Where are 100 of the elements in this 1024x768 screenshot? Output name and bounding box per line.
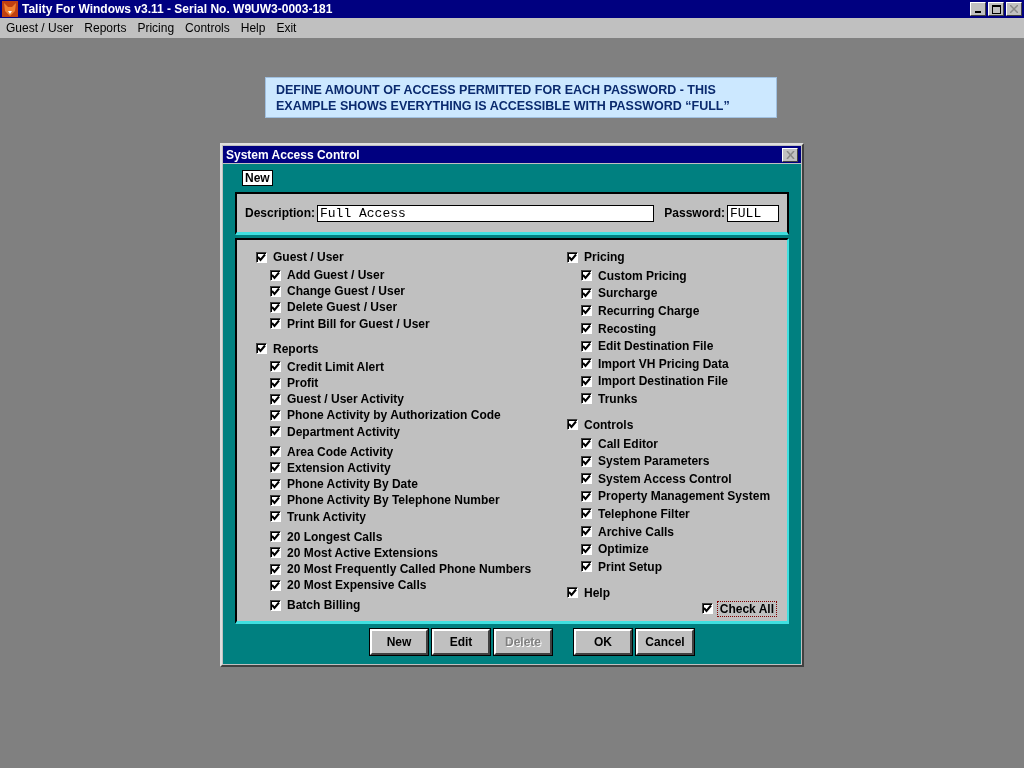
checkbox-label[interactable]: Surcharge — [598, 286, 658, 301]
checkbox-label[interactable]: Call Editor — [598, 436, 658, 451]
checkbox[interactable] — [581, 526, 592, 537]
checkbox-label[interactable]: Extension Activity — [287, 460, 391, 475]
checkbox[interactable] — [270, 269, 281, 281]
checkbox-label[interactable]: Import VH Pricing Data — [598, 356, 729, 371]
dialog-button[interactable]: OK — [574, 628, 632, 655]
checkbox-label[interactable]: Reports — [273, 341, 319, 356]
checkbox[interactable] — [270, 531, 281, 543]
checkbox-label[interactable]: System Access Control — [598, 471, 732, 486]
menu-item[interactable]: Help — [240, 21, 266, 35]
checkbox[interactable] — [581, 393, 592, 405]
checkbox-label[interactable]: 20 Most Expensive Calls — [287, 578, 427, 593]
checkbox[interactable] — [270, 446, 281, 458]
maximize-button[interactable] — [988, 2, 1004, 16]
minimize-button[interactable] — [970, 2, 986, 16]
checkbox-label[interactable]: 20 Longest Calls — [287, 529, 383, 544]
checkbox[interactable] — [581, 490, 592, 502]
checkbox[interactable] — [567, 251, 578, 263]
menu-item[interactable]: Exit — [276, 21, 297, 35]
checkbox[interactable] — [567, 419, 578, 431]
checkbox[interactable] — [581, 543, 592, 555]
checkbox[interactable] — [270, 285, 281, 297]
checkbox[interactable] — [270, 494, 281, 506]
checkbox-label[interactable]: 20 Most Frequently Called Phone Numbers — [287, 562, 532, 577]
checkbox-label[interactable]: Guest / User — [273, 250, 344, 264]
checkbox[interactable] — [270, 318, 281, 330]
checkbox[interactable] — [270, 599, 281, 611]
checkbox-label[interactable]: Phone Activity By Date — [287, 477, 418, 492]
password-field[interactable]: FULL — [727, 204, 779, 222]
dialog-button[interactable]: Edit — [432, 628, 490, 655]
close-button[interactable] — [782, 147, 798, 162]
checkbox[interactable] — [270, 462, 281, 474]
checkbox[interactable] — [270, 409, 281, 421]
checkbox[interactable] — [581, 561, 592, 573]
checkbox-label[interactable]: Trunk Activity — [287, 509, 366, 524]
checkbox-label[interactable]: Trunks — [598, 391, 638, 406]
checkbox-label[interactable]: Batch Billing — [287, 598, 361, 613]
checkbox[interactable] — [256, 343, 267, 355]
checkbox[interactable] — [581, 508, 592, 520]
checkbox-label[interactable]: Check All — [716, 600, 777, 617]
dialog-button[interactable]: Cancel — [636, 628, 694, 655]
menu-item[interactable]: Guest / User — [6, 21, 74, 35]
checkbox-label[interactable]: 20 Most Active Extensions — [287, 545, 438, 560]
checkbox-label[interactable]: Custom Pricing — [598, 268, 687, 283]
checkbox-label[interactable]: Profit — [287, 376, 319, 391]
checkbox[interactable] — [581, 340, 592, 352]
checkbox[interactable] — [581, 358, 592, 370]
checkbox-label[interactable]: Phone Activity by Authorization Code — [287, 408, 501, 423]
checkbox[interactable] — [581, 323, 592, 335]
menu-item[interactable]: Reports — [84, 21, 127, 35]
checkbox-label[interactable]: Recosting — [598, 321, 656, 336]
checkbox[interactable] — [701, 603, 713, 615]
checkbox-label[interactable]: Archive Calls — [598, 524, 675, 539]
checkbox[interactable] — [581, 438, 592, 450]
checkbox-label[interactable]: Edit Destination File — [598, 339, 714, 354]
checkbox[interactable] — [581, 287, 592, 299]
checkbox[interactable] — [581, 270, 592, 282]
checkbox[interactable] — [581, 375, 592, 387]
checkbox[interactable] — [270, 563, 281, 575]
checkbox-label[interactable]: Pricing — [584, 250, 625, 264]
checkbox-label[interactable]: Guest / User Activity — [287, 392, 404, 407]
checkbox-label[interactable]: Department Activity — [287, 424, 400, 439]
checkbox[interactable] — [270, 547, 281, 559]
checkbox-label[interactable]: Optimize — [598, 542, 649, 557]
description-field[interactable]: Full Access — [317, 204, 655, 222]
checkbox-label[interactable]: Recurring Charge — [598, 304, 700, 318]
close-button[interactable] — [1006, 2, 1022, 16]
checkbox[interactable] — [270, 393, 281, 405]
checkbox-label[interactable]: Controls — [584, 417, 634, 432]
checkbox-label[interactable]: Change Guest / User — [287, 284, 406, 299]
checkbox[interactable] — [581, 455, 592, 467]
checkbox-label[interactable]: System Parameters — [598, 454, 710, 469]
checkbox-label[interactable]: Delete Guest / User — [287, 300, 398, 315]
checkbox[interactable] — [256, 251, 267, 263]
checkbox-label[interactable]: Import Destination File — [598, 374, 728, 389]
checkbox[interactable] — [270, 361, 281, 373]
checkbox[interactable] — [581, 473, 592, 485]
checkbox-label[interactable]: Credit Limit Alert — [287, 359, 384, 374]
dialog-button[interactable]: New — [370, 628, 428, 655]
checkbox-label[interactable]: Property Management System — [598, 489, 771, 504]
checkbox[interactable] — [567, 587, 578, 598]
checkbox[interactable] — [270, 301, 281, 313]
menu-item[interactable]: Controls — [185, 21, 230, 35]
checkbox-label[interactable]: Add Guest / User — [287, 268, 385, 283]
checkbox-label[interactable]: Help — [584, 585, 610, 600]
checkbox[interactable] — [270, 511, 281, 523]
close-icon — [785, 150, 795, 159]
checkbox-label[interactable]: Phone Activity By Telephone Number — [287, 493, 500, 508]
checkbox-label[interactable]: Print Bill for Guest / User — [287, 316, 430, 331]
checkbox-label[interactable]: Area Code Activity — [287, 444, 394, 459]
menu-item[interactable]: Pricing — [137, 21, 175, 35]
checkbox[interactable] — [270, 377, 281, 389]
checkbox-label[interactable]: Print Setup — [598, 559, 662, 574]
checkbox-label[interactable]: Telephone Filter — [598, 506, 690, 521]
window-title: Tality For Windows v3.11 - Serial No. W9UW3-0003-181 — [22, 2, 333, 16]
checkbox[interactable] — [270, 478, 281, 490]
checkbox[interactable] — [581, 305, 592, 317]
checkbox[interactable] — [270, 579, 281, 591]
checkbox[interactable] — [270, 426, 281, 438]
